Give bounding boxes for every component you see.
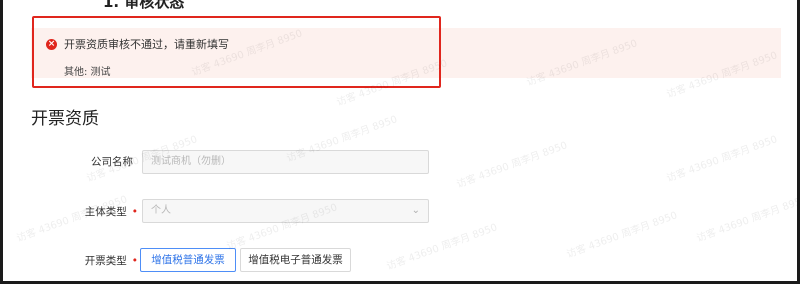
company-name-input[interactable]: 测试商机（勿删） xyxy=(142,150,429,174)
error-circle-icon: × xyxy=(46,38,57,50)
company-row: 公司名称 测试商机（勿删） xyxy=(3,150,797,174)
invoice-option-electronic[interactable]: 增值税电子普通发票 xyxy=(240,248,351,272)
alert-message-row: × 开票资质审核不通过，请重新填写 xyxy=(46,36,229,52)
entity-type-select[interactable]: 个人 ⌄ xyxy=(142,199,429,223)
invoice-label: 开票类型 • xyxy=(84,255,138,267)
company-label: 公司名称 xyxy=(91,156,133,168)
cut-heading: 1. 审核状态 xyxy=(103,0,185,11)
page-frame: 1. 审核状态 × 开票资质审核不通过，请重新填写 其他: 测试 开票资质 公司… xyxy=(0,0,800,284)
required-mark: • xyxy=(131,255,138,267)
alert-message: 开票资质审核不通过，请重新填写 xyxy=(64,38,229,51)
audit-failed-alert: × 开票资质审核不通过，请重新填写 其他: 测试 xyxy=(32,16,441,88)
required-mark: • xyxy=(131,206,138,218)
invoice-option-normal[interactable]: 增值税普通发票 xyxy=(140,248,236,272)
invoice-row: 开票类型 • 增值税普通发票 增值税电子普通发票 xyxy=(3,248,797,272)
entity-label: 主体类型 • xyxy=(84,206,138,218)
chevron-down-icon: ⌄ xyxy=(411,205,420,216)
entity-row: 主体类型 • 个人 ⌄ xyxy=(3,199,797,223)
section-title: 开票资质 xyxy=(31,109,99,129)
alert-other-reason: 其他: 测试 xyxy=(64,67,111,78)
